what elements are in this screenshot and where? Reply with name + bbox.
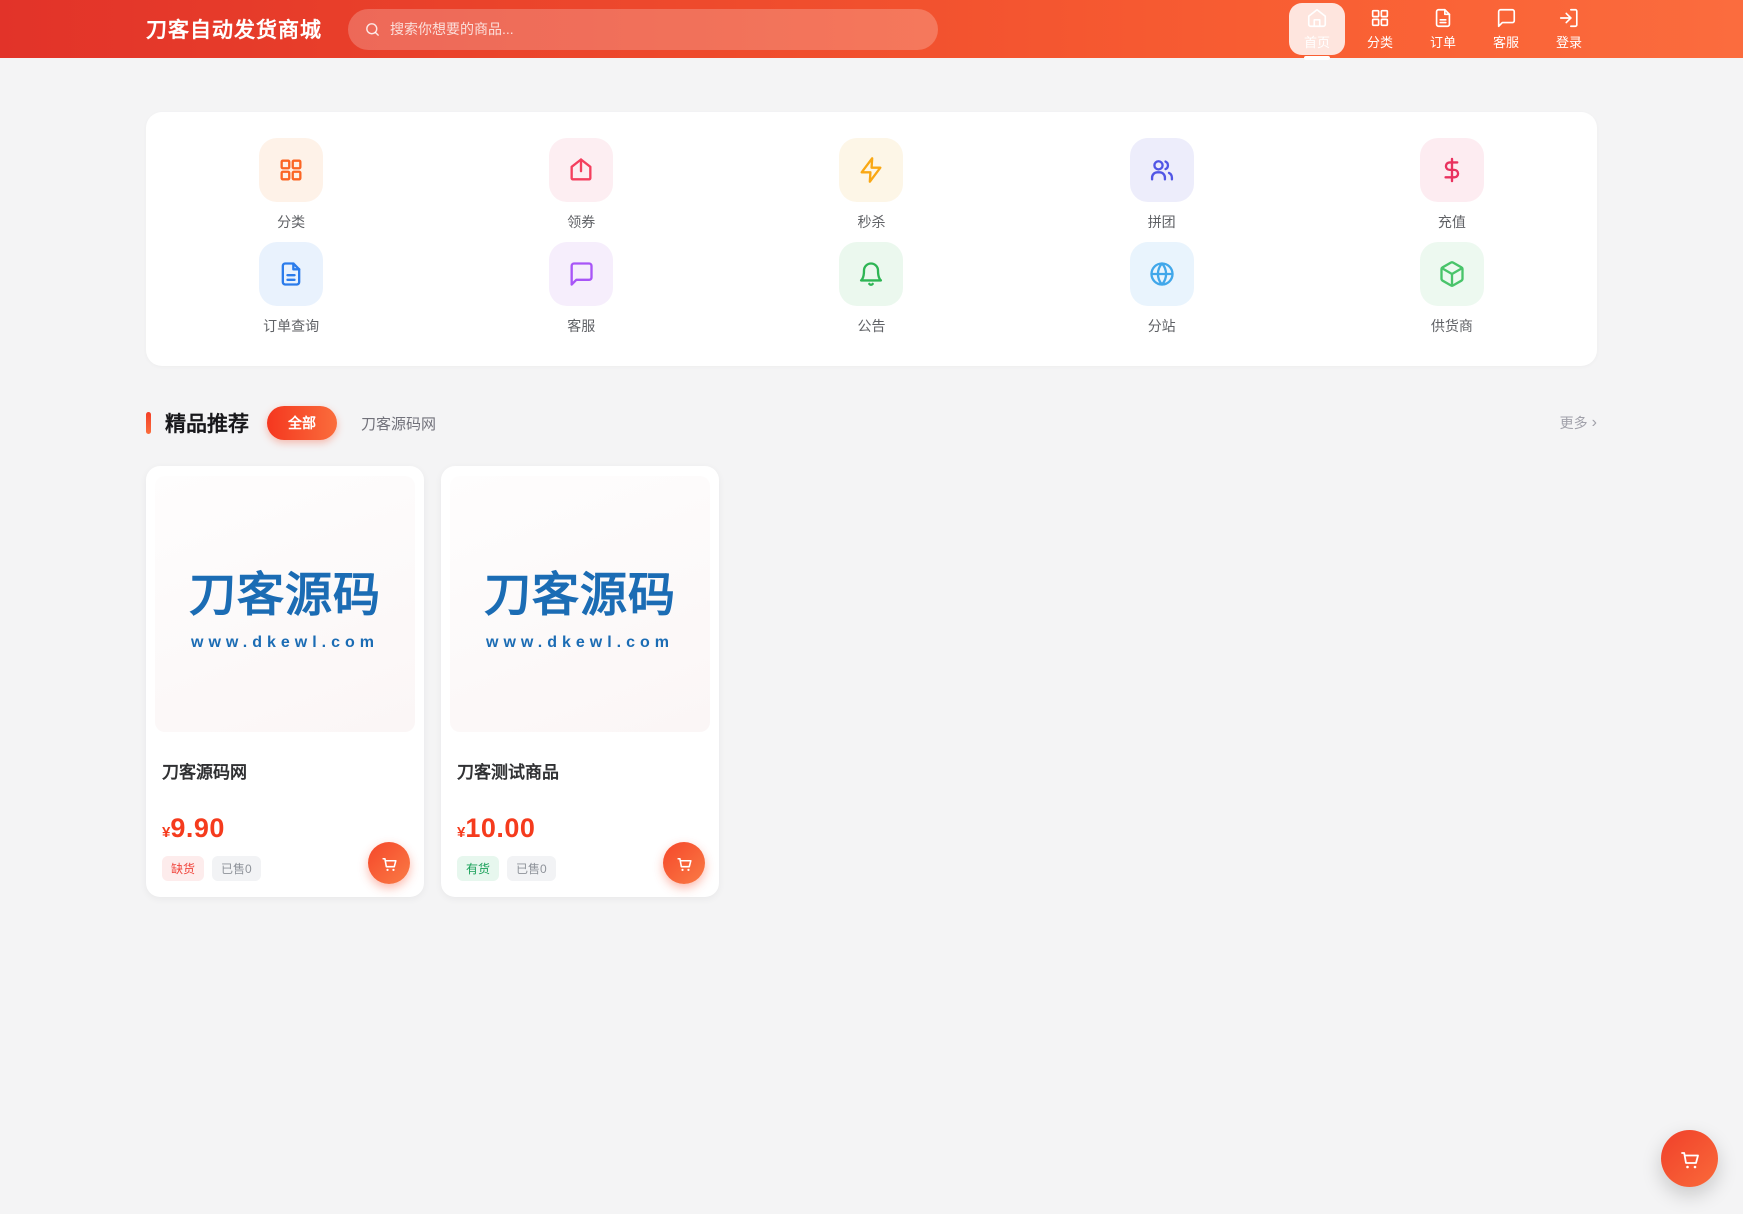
quick-link-support[interactable]: 客服 <box>549 242 614 336</box>
sold-badge: 已售0 <box>212 856 261 881</box>
nav-item-home[interactable]: 首页 <box>1289 3 1345 55</box>
chat-icon <box>1495 7 1517 29</box>
home-icon <box>1306 7 1328 29</box>
quick-link-categories[interactable]: 分类 <box>259 138 324 232</box>
quick-link-label: 订单查询 <box>263 318 320 334</box>
product-card[interactable]: 刀客源码 www.dkewl.com 刀客测试商品 ¥ 10.00 有货 已售0 <box>441 466 719 897</box>
quick-link-label: 分站 <box>1147 318 1176 334</box>
product-image-url-text: www.dkewl.com <box>486 634 674 651</box>
sold-badge: 已售0 <box>507 856 556 881</box>
product-price: ¥ 9.90 <box>162 813 408 844</box>
tab-dkewl[interactable]: 刀客源码网 <box>361 413 436 434</box>
stock-badge: 缺货 <box>162 856 205 881</box>
stock-badge: 有货 <box>457 856 500 881</box>
cart-icon <box>380 854 399 873</box>
quick-link-label: 供货商 <box>1430 318 1473 334</box>
product-grid: 刀客源码 www.dkewl.com 刀客源码网 ¥ 9.90 缺货 已售0 刀… <box>146 466 1597 897</box>
search-input[interactable] <box>390 21 922 37</box>
tab-all[interactable]: 全部 <box>267 406 337 440</box>
price-currency: ¥ <box>457 824 466 841</box>
product-title: 刀客源码网 <box>162 763 247 782</box>
chat-icon <box>549 242 614 306</box>
search-bar[interactable] <box>348 8 938 50</box>
quick-link-label: 领券 <box>567 214 596 230</box>
quick-link-label: 秒杀 <box>857 214 886 230</box>
nav-item-orders[interactable]: 订单 <box>1415 3 1471 55</box>
price-value: 10.00 <box>465 813 536 843</box>
nav-label: 分类 <box>1366 35 1393 50</box>
section-accent-bar <box>146 412 151 434</box>
nav-label: 客服 <box>1492 35 1519 50</box>
product-image-url-text: www.dkewl.com <box>191 634 379 651</box>
section-title: 精品推荐 <box>165 413 249 436</box>
box-icon <box>1419 242 1484 306</box>
nav-label: 登录 <box>1555 35 1582 50</box>
quick-link-label: 客服 <box>567 318 596 334</box>
product-card[interactable]: 刀客源码 www.dkewl.com 刀客源码网 ¥ 9.90 缺货 已售0 <box>146 466 424 897</box>
quick-link-label: 公告 <box>857 318 886 334</box>
nav-label: 首页 <box>1303 35 1330 50</box>
chevron-right-icon: › <box>1591 414 1597 431</box>
grid-icon <box>1369 7 1391 29</box>
add-to-cart-button[interactable] <box>663 842 705 884</box>
product-price: ¥ 10.00 <box>457 813 703 844</box>
globe-icon <box>1129 242 1194 306</box>
cart-icon <box>675 854 694 873</box>
site-logo: 刀客自动发货商城 <box>146 19 322 42</box>
quick-links-panel: 分类 领券 秒杀 拼团 充值 订单查询 客服 公告 分站 供货商 <box>146 112 1597 366</box>
featured-section-header: 精品推荐 全部 刀客源码网 更多 › <box>146 406 1597 440</box>
file-icon <box>259 242 324 306</box>
more-link[interactable]: 更多 › <box>1560 413 1597 433</box>
product-image-logo-text: 刀客源码 <box>484 568 676 621</box>
quick-link-label: 拼团 <box>1147 214 1176 230</box>
add-to-cart-button[interactable] <box>368 842 410 884</box>
group-icon <box>1129 138 1194 202</box>
more-label: 更多 <box>1559 415 1588 431</box>
cart-icon <box>1678 1147 1702 1171</box>
quick-link-flash-sale[interactable]: 秒杀 <box>839 138 904 232</box>
header: 刀客自动发货商城 首页 <box>0 0 1743 58</box>
quick-link-group-buy[interactable]: 拼团 <box>1129 138 1194 232</box>
coupon-icon <box>549 138 614 202</box>
header-nav: 首页 分类 订单 客服 登录 <box>1289 3 1597 55</box>
document-icon <box>1432 7 1454 29</box>
product-title: 刀客测试商品 <box>457 763 559 782</box>
search-icon <box>364 21 381 38</box>
quick-link-recharge[interactable]: 充值 <box>1419 138 1484 232</box>
floating-cart-button[interactable] <box>1661 1130 1718 1187</box>
product-image-logo-text: 刀客源码 <box>189 568 381 621</box>
nav-item-support[interactable]: 客服 <box>1478 3 1534 55</box>
product-image: 刀客源码 www.dkewl.com <box>450 476 710 732</box>
dollar-icon <box>1419 138 1484 202</box>
quick-link-substation[interactable]: 分站 <box>1129 242 1194 336</box>
quick-link-label: 分类 <box>277 214 306 230</box>
quick-link-coupons[interactable]: 领券 <box>549 138 614 232</box>
price-value: 9.90 <box>170 813 225 843</box>
quick-link-label: 充值 <box>1437 214 1466 230</box>
lightning-icon <box>839 138 904 202</box>
bell-icon <box>839 242 904 306</box>
quick-link-suppliers[interactable]: 供货商 <box>1419 242 1484 336</box>
product-image: 刀客源码 www.dkewl.com <box>155 476 415 732</box>
nav-item-categories[interactable]: 分类 <box>1352 3 1408 55</box>
nav-item-login[interactable]: 登录 <box>1541 3 1597 55</box>
nav-label: 订单 <box>1429 35 1456 50</box>
login-icon <box>1558 7 1580 29</box>
quick-link-order-lookup[interactable]: 订单查询 <box>259 242 324 336</box>
quick-link-announcements[interactable]: 公告 <box>839 242 904 336</box>
price-currency: ¥ <box>162 824 171 841</box>
grid-icon <box>259 138 324 202</box>
